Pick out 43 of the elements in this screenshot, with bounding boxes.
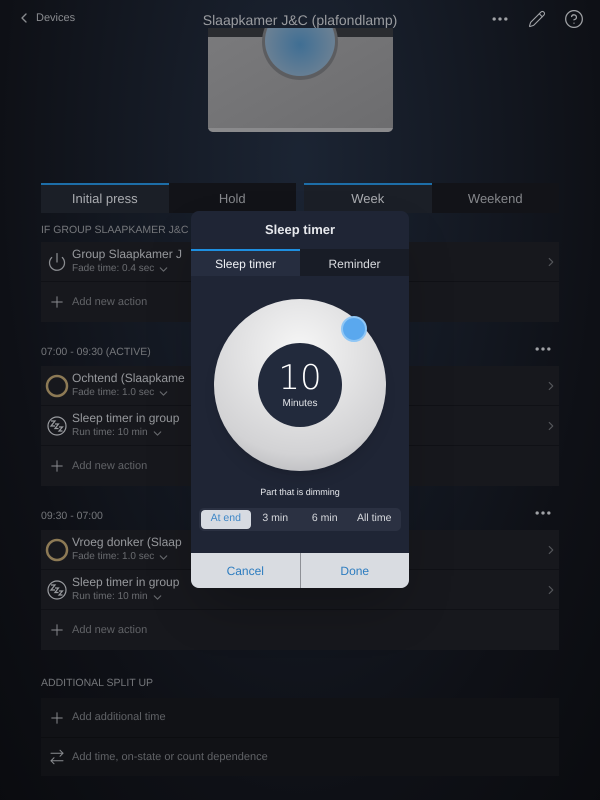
dialog-button[interactable]: Done <box>300 553 409 588</box>
timer-value: 10 <box>278 360 322 396</box>
action-detail: Run time: 10 min <box>72 426 148 440</box>
action-title: Vroeg donker (Slaap <box>72 535 182 550</box>
segment-option[interactable]: 3 min <box>250 510 300 528</box>
action-detail: Fade time: 1.0 sec <box>72 550 154 564</box>
help-icon[interactable] <box>564 9 584 29</box>
dimming-caption: Part that is dimming <box>260 486 340 499</box>
back-button[interactable]: Devices <box>16 10 76 26</box>
dialog-title: Sleep timer <box>264 221 336 240</box>
section-heading: ADDITIONAL SPLIT UP <box>41 676 154 692</box>
section-heading: 09:30 - 07:00 <box>41 509 103 524</box>
ring-icon <box>44 538 68 562</box>
ring-icon <box>44 374 68 398</box>
edit-icon[interactable] <box>528 10 546 28</box>
section-heading: 07:00 - 09:30 (ACTIVE) <box>41 345 151 360</box>
segment-option[interactable]: All time <box>350 510 399 528</box>
action-detail: Run time: 10 min <box>72 590 148 604</box>
sleep-icon <box>46 580 66 600</box>
section-heading: IF GROUP SLAAPKAMER J&C <box>41 223 188 238</box>
action-title: Sleep timer in group <box>72 411 180 426</box>
split-label: Add time, on-state or count dependence <box>72 750 268 765</box>
add-action-label: Add new action <box>72 622 148 638</box>
add-action-label: Add new action <box>72 294 148 310</box>
action-title: Ochtend (Slaapkame <box>72 371 185 386</box>
tab[interactable]: Hold <box>168 183 296 213</box>
sleep-icon <box>46 416 66 436</box>
timer-dial[interactable]: 10 Minutes <box>214 299 386 471</box>
action-detail: Fade time: 1.0 sec <box>72 386 154 400</box>
dial-handle[interactable] <box>341 316 367 342</box>
action-title: Sleep timer in group <box>72 575 180 590</box>
dialog-tab[interactable]: Sleep timer <box>191 249 300 276</box>
action-title: Group Slaapkamer J <box>72 247 182 262</box>
split-label: Add additional time <box>72 710 166 726</box>
tab[interactable]: Initial press <box>41 183 168 213</box>
add-action-label: Add new action <box>72 458 148 474</box>
segment-option[interactable]: 6 min <box>300 510 350 528</box>
dialog-tab[interactable]: Reminder <box>300 249 409 276</box>
page-title: Slaapkamer J&C (plafondlamp) <box>202 11 398 30</box>
power-icon <box>46 252 66 272</box>
action-detail: Fade time: 0.4 sec <box>72 262 154 276</box>
tab[interactable]: Week <box>304 183 432 213</box>
swap-icon <box>48 748 66 766</box>
